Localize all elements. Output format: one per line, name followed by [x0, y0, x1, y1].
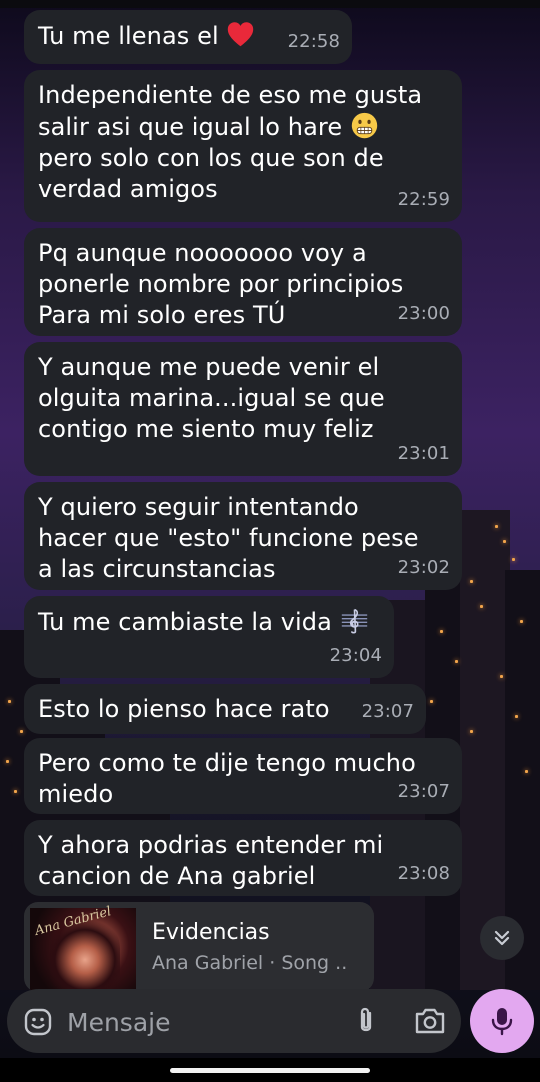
song-artist: Ana Gabriel · Song ..: [152, 952, 348, 974]
scroll-down-button[interactable]: [480, 916, 524, 960]
message-bubble[interactable]: Y aunque me puede venir el olguita marin…: [24, 342, 462, 476]
attach-icon[interactable]: [353, 1005, 379, 1037]
message-time: 23:01: [397, 443, 450, 464]
message-text: Y ahora podrias entender mi cancion de A…: [38, 831, 384, 890]
shared-song-card[interactable]: Ana Gabriel Evidencias Ana Gabriel · Son…: [24, 902, 374, 992]
message-time: 23:08: [397, 863, 450, 884]
message-composer: [7, 989, 461, 1053]
message-time: 23:00: [397, 303, 450, 324]
message-time: 23:07: [361, 701, 414, 722]
message-text: Pq aunque nooooooo voy a ponerle nombre …: [38, 239, 404, 329]
message-input[interactable]: [65, 999, 349, 1045]
message-bubble[interactable]: Pero como te dije tengo mucho miedo 23:0…: [24, 738, 462, 814]
message-text: Pero como te dije tengo mucho miedo: [38, 749, 416, 808]
home-indicator[interactable]: [170, 1068, 370, 1073]
message-bubble[interactable]: Pq aunque nooooooo voy a ponerle nombre …: [24, 228, 462, 336]
mic-icon: [491, 1008, 513, 1036]
message-bubble[interactable]: Independiente de eso me gusta salir asi …: [24, 70, 462, 222]
grimacing-face-emoji-icon: [351, 112, 378, 139]
message-text: Esto lo pienso hace rato: [38, 695, 330, 723]
message-time: 23:07: [397, 781, 450, 802]
mic-button[interactable]: [470, 989, 534, 1053]
message-text: Tu me llenas el: [38, 22, 219, 50]
message-time: 23:02: [397, 557, 450, 578]
scroll-down-icon: [494, 930, 510, 946]
heart-emoji-icon: [228, 22, 254, 47]
album-cover: Ana Gabriel: [30, 904, 136, 992]
camera-icon[interactable]: [413, 1005, 447, 1037]
message-text: Y quiero seguir intentando hacer que "es…: [38, 493, 419, 583]
message-bubble[interactable]: Y ahora podrias entender mi cancion de A…: [24, 820, 462, 896]
message-text: Y aunque me puede venir el olguita marin…: [38, 353, 385, 443]
message-text: pero solo con los que son de verdad amig…: [38, 144, 384, 203]
emoji-icon[interactable]: [23, 1007, 53, 1037]
message-time: 22:59: [397, 189, 450, 210]
status-bar: [0, 0, 540, 8]
message-time: 23:04: [329, 645, 382, 666]
musical-score-emoji-icon: [341, 608, 367, 634]
message-bubble[interactable]: Tu me cambiaste la vida 23:04: [24, 596, 394, 678]
message-bubble[interactable]: Esto lo pienso hace rato 23:07: [24, 684, 426, 734]
message-time: 22:58: [287, 31, 340, 52]
message-bubble[interactable]: Y quiero seguir intentando hacer que "es…: [24, 482, 462, 590]
message-bubble[interactable]: Tu me llenas el 22:58: [24, 10, 352, 64]
song-title: Evidencias: [152, 920, 270, 945]
message-text: Tu me cambiaste la vida: [38, 608, 340, 636]
